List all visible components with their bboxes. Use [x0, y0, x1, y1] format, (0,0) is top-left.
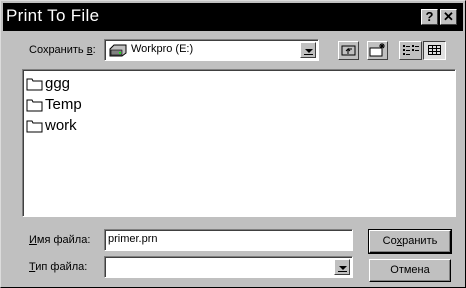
folder-name: ggg [45, 75, 71, 92]
hard-drive-icon [108, 43, 128, 60]
details-view-button[interactable] [423, 41, 446, 60]
dialog-title: Print To File [6, 6, 100, 25]
folder-icon [26, 78, 43, 90]
chevron-down-icon[interactable] [300, 42, 316, 58]
folder-icon [26, 99, 43, 111]
save-button[interactable]: Сохранить [368, 229, 452, 254]
list-item[interactable]: Temp [26, 96, 82, 113]
print-to-file-dialog: Print To File ? ✕ Сохранить в: Workpro (… [0, 0, 466, 288]
title-bar[interactable]: Print To File ? ✕ [3, 3, 463, 31]
file-name-label: Имя файла: [29, 234, 91, 246]
close-button[interactable]: ✕ [440, 9, 457, 25]
file-type-dropdown[interactable] [104, 256, 353, 278]
file-name-value: primer.prn [108, 233, 158, 245]
file-name-input[interactable]: primer.prn [104, 229, 353, 251]
file-list[interactable]: ggg Temp work [22, 69, 456, 217]
chevron-down-icon[interactable] [334, 259, 350, 275]
folder-name: Temp [45, 96, 82, 113]
save-in-label: Сохранить в: [29, 44, 96, 56]
list-view-icon [403, 45, 419, 55]
save-in-dropdown[interactable]: Workpro (E:) [104, 39, 319, 61]
up-one-level-button[interactable] [338, 41, 359, 60]
file-type-label: Тип файла: [29, 261, 88, 273]
up-one-level-icon [341, 45, 356, 56]
new-folder-icon [369, 43, 385, 57]
list-item[interactable]: ggg [26, 75, 70, 92]
cancel-button[interactable]: Отмена [369, 259, 451, 282]
create-new-folder-button[interactable] [367, 41, 388, 60]
list-item[interactable]: work [26, 117, 77, 134]
save-in-value: Workpro (E:) [131, 43, 194, 55]
list-view-button[interactable] [399, 41, 422, 60]
folder-icon [26, 120, 43, 132]
help-button[interactable]: ? [421, 9, 438, 25]
details-view-icon [428, 45, 441, 55]
folder-name: work [45, 117, 77, 134]
